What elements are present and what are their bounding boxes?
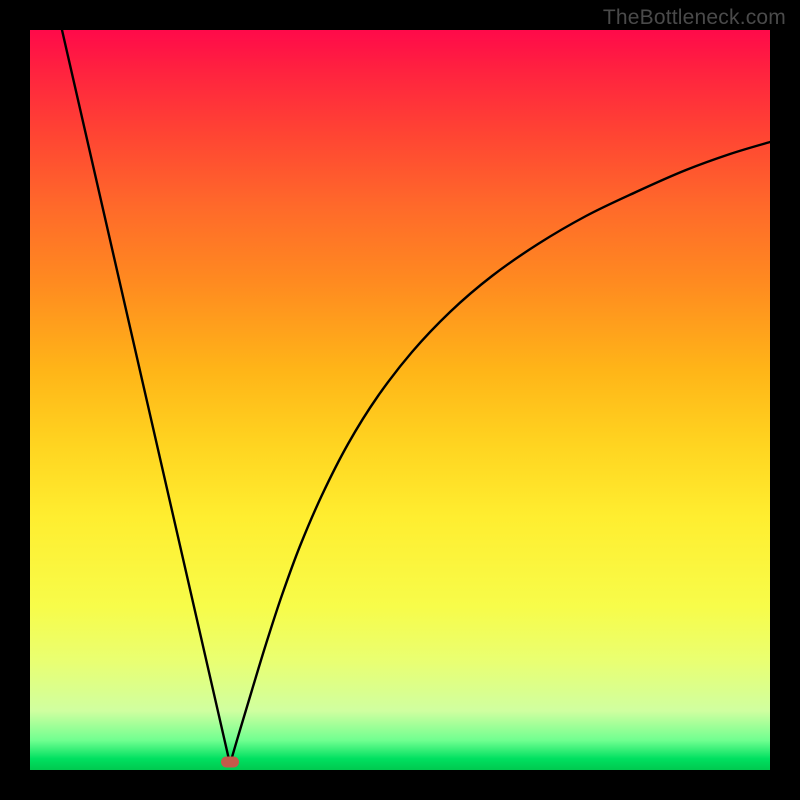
minimum-marker [221, 757, 239, 768]
plot-area [30, 30, 770, 770]
curve-left-branch [62, 30, 230, 764]
watermark-text: TheBottleneck.com [603, 6, 786, 30]
curve-svg [30, 30, 770, 770]
chart-frame: TheBottleneck.com [0, 0, 800, 800]
curve-right-branch [230, 142, 770, 764]
